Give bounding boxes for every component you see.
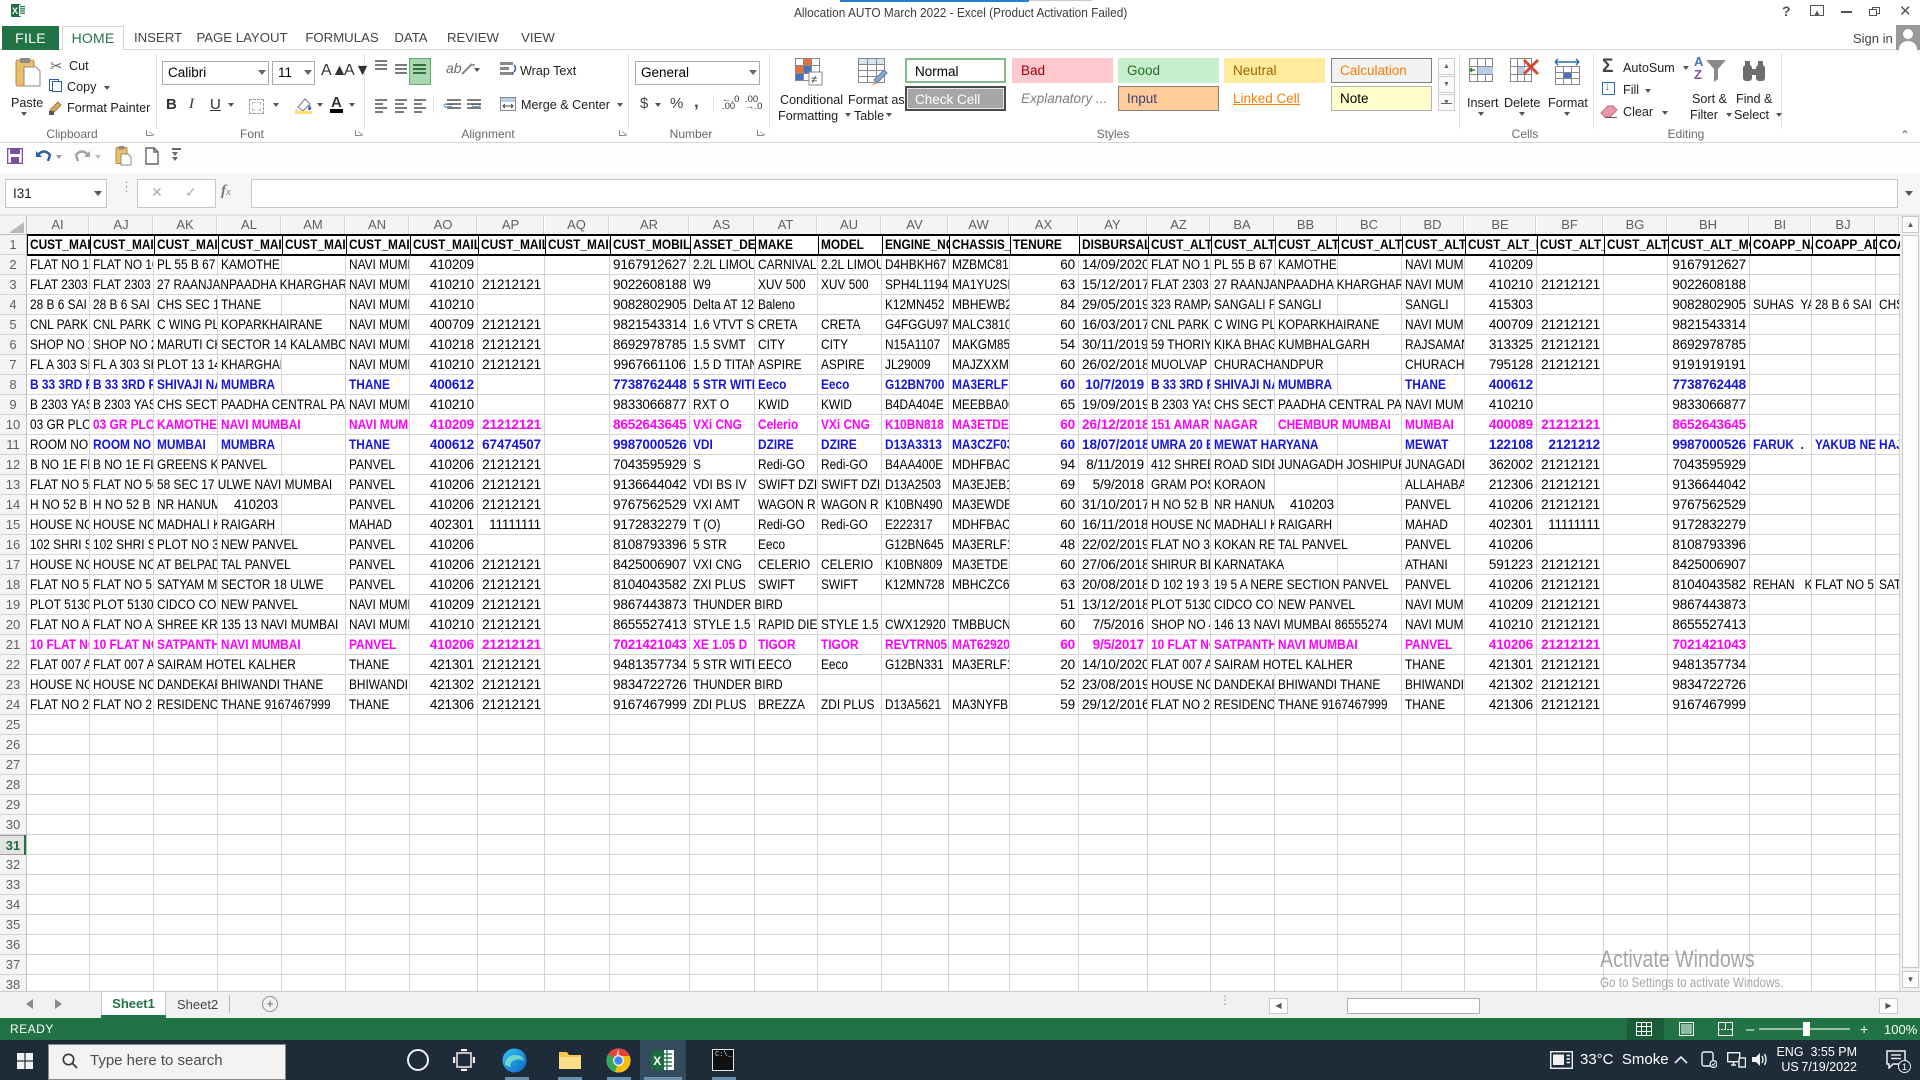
svg-text:X: X: [653, 1054, 661, 1068]
svg-text:X: X: [12, 6, 18, 16]
svg-text:≠: ≠: [811, 74, 817, 86]
